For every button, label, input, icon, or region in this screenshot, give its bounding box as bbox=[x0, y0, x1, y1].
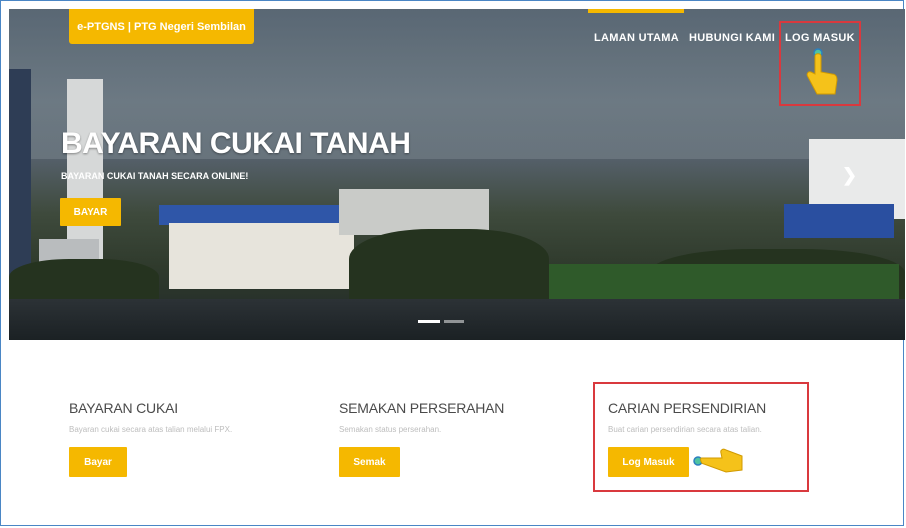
card-desc-bayaran-cukai: Bayaran cukai secara atas talian melalui… bbox=[69, 425, 233, 434]
green-field bbox=[549, 264, 899, 304]
nav-hubungi-kami[interactable]: HUBUNGI KAMI bbox=[689, 32, 775, 44]
slider-dot-active[interactable] bbox=[418, 320, 440, 323]
trees-center bbox=[349, 229, 549, 304]
hero-bayar-button[interactable]: BAYAR bbox=[60, 198, 121, 226]
nav-active-indicator bbox=[588, 9, 684, 13]
chevron-right-icon[interactable]: ❯ bbox=[842, 165, 857, 186]
semak-button[interactable]: Semak bbox=[339, 447, 400, 477]
pointing-hand-icon bbox=[693, 448, 743, 473]
hero-subtitle: BAYARAN CUKAI TANAH SECARA ONLINE! bbox=[61, 171, 249, 181]
card-title-semakan-perserahan: SEMAKAN PERSERAHAN bbox=[339, 400, 505, 416]
building-blue-roof bbox=[159, 205, 364, 225]
building-stadium bbox=[169, 223, 354, 289]
card-desc-carian-persendirian: Buat carian persendirian secara atas tal… bbox=[608, 425, 762, 434]
hero-title: BAYARAN CUKAI TANAH bbox=[61, 127, 411, 160]
card-title-bayaran-cukai: BAYARAN CUKAI bbox=[69, 400, 178, 416]
bayar-button[interactable]: Bayar bbox=[69, 447, 127, 477]
card-title-carian-persendirian: CARIAN PERSENDIRIAN bbox=[608, 400, 767, 416]
brand-logo[interactable]: e-PTGNS | PTG Negeri Sembilan bbox=[69, 9, 254, 44]
hero-banner: BAYARAN CUKAI TANAH BAYARAN CUKAI TANAH … bbox=[9, 9, 905, 340]
log-masuk-button[interactable]: Log Masuk bbox=[608, 447, 689, 477]
slider-dot[interactable] bbox=[444, 320, 464, 323]
card-desc-semakan-perserahan: Semakan status perserahan. bbox=[339, 425, 442, 434]
building-blue-panel bbox=[784, 204, 894, 238]
nav-laman-utama[interactable]: LAMAN UTAMA bbox=[594, 32, 679, 44]
pointing-hand-icon bbox=[806, 48, 838, 95]
trees-left bbox=[9, 259, 159, 304]
building-tall-white bbox=[67, 79, 103, 259]
